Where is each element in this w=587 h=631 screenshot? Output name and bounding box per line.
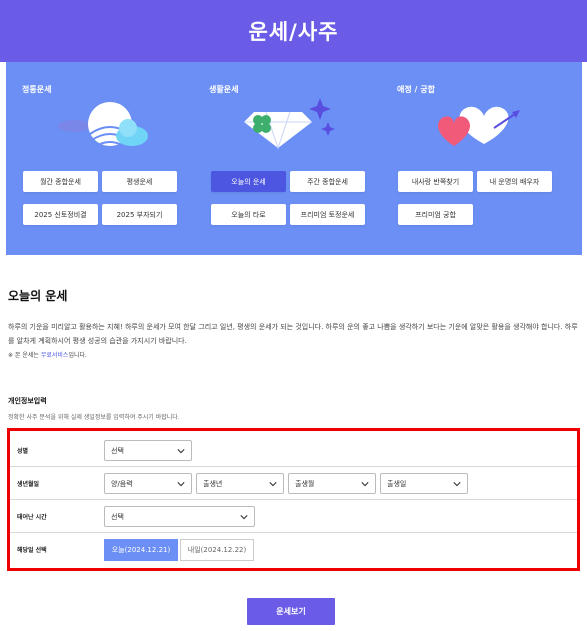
category-title-love: 애정 / 궁합 bbox=[397, 85, 435, 94]
free-service-link[interactable]: 무료서비스 bbox=[41, 352, 69, 359]
chevron-down-icon bbox=[453, 482, 461, 487]
chevron-down-icon bbox=[177, 449, 185, 454]
premium-compatibility-button[interactable]: 프리미엄 궁합 bbox=[398, 204, 473, 225]
birth-day-select[interactable]: 출생일 bbox=[380, 473, 468, 494]
target-date-label: 해당일 선택 bbox=[17, 547, 47, 554]
monthly-fortune-button[interactable]: 월간 종합운세 bbox=[23, 171, 98, 192]
weekly-fortune-button[interactable]: 주간 종합운세 bbox=[290, 171, 365, 192]
form-description: 정확한 사주 분석을 위해 실제 생일정보를 입력하여 주시기 바랍니다. bbox=[8, 414, 180, 421]
find-soulmate-button[interactable]: 내사랑 반쪽찾기 bbox=[398, 171, 473, 192]
page-header: 운세/사주 bbox=[0, 0, 587, 62]
chevron-down-icon bbox=[361, 482, 369, 487]
gender-select-value: 선택 bbox=[111, 446, 124, 455]
calendar-type-value: 양/음력 bbox=[111, 479, 133, 488]
gender-select[interactable]: 선택 bbox=[104, 440, 192, 461]
tomorrow-date-button[interactable]: 내일(2024.12.22) bbox=[180, 539, 254, 561]
birth-time-value: 선택 bbox=[111, 512, 124, 521]
target-date-row: 해당일 선택 오늘(2024.12.21) 내일(2024.12.22) bbox=[10, 533, 577, 566]
calendar-type-select[interactable]: 양/음력 bbox=[104, 473, 192, 494]
gender-row: 성별 선택 bbox=[10, 434, 577, 467]
chevron-down-icon bbox=[240, 515, 248, 520]
hearts-illustration-icon bbox=[438, 106, 520, 146]
free-service-note: ※ 본 운세는 무료서비스입니다. bbox=[8, 350, 87, 359]
today-date-button[interactable]: 오늘(2024.12.21) bbox=[104, 539, 178, 561]
view-fortune-button[interactable]: 운세보기 bbox=[247, 598, 335, 625]
gender-label: 성별 bbox=[17, 448, 29, 455]
birth-month-value: 출생월 bbox=[295, 479, 315, 488]
category-banner: 정통운세 월간 종합운세 평생운세 2025 신토정비결 2025 부자되기 생… bbox=[6, 62, 582, 255]
page-title: 운세/사주 bbox=[248, 20, 339, 44]
category-title-life: 생활운세 bbox=[209, 85, 239, 94]
moon-cloud-illustration-icon bbox=[58, 102, 148, 147]
chevron-down-icon bbox=[269, 482, 277, 487]
birth-time-row: 태어난 시간 선택 bbox=[10, 500, 577, 533]
birthdate-row: 생년월일 양/음력 출생년 출생월 출생일 bbox=[10, 467, 577, 500]
chevron-down-icon bbox=[177, 482, 185, 487]
section-title: 오늘의 운세 bbox=[8, 289, 68, 303]
birth-year-select[interactable]: 출생년 bbox=[196, 473, 284, 494]
destined-spouse-button[interactable]: 내 운명의 배우자 bbox=[477, 171, 552, 192]
tojeong-2025-button[interactable]: 2025 신토정비결 bbox=[23, 204, 98, 225]
birth-month-select[interactable]: 출생월 bbox=[288, 473, 376, 494]
birth-time-select[interactable]: 선택 bbox=[104, 506, 255, 527]
birth-time-label: 태어난 시간 bbox=[17, 514, 47, 521]
form-title: 개인정보입력 bbox=[8, 397, 47, 405]
diamond-clover-illustration-icon bbox=[244, 98, 335, 150]
premium-tojeong-button[interactable]: 프리미엄 토정운세 bbox=[290, 204, 365, 225]
today-fortune-button[interactable]: 오늘의 운세 bbox=[211, 171, 286, 192]
note-prefix: ※ 본 운세는 bbox=[8, 352, 41, 359]
note-suffix: 입니다. bbox=[68, 352, 87, 359]
birthdate-label: 생년월일 bbox=[17, 481, 40, 488]
lifetime-fortune-button[interactable]: 평생운세 bbox=[102, 171, 177, 192]
wealth-2025-button[interactable]: 2025 부자되기 bbox=[102, 204, 177, 225]
birth-day-value: 출생일 bbox=[387, 479, 407, 488]
section-description: 하루의 기운을 미리알고 활용하는 지혜! 하루의 운세가 모여 한달 그리고 … bbox=[8, 323, 578, 345]
birth-year-value: 출생년 bbox=[203, 479, 223, 488]
category-title-traditional: 정통운세 bbox=[22, 85, 52, 94]
today-tarot-button[interactable]: 오늘의 타로 bbox=[211, 204, 286, 225]
personal-info-form: 성별 선택 생년월일 양/음력 출생년 출생월 출생일 태어난 시간 선택 해당… bbox=[7, 428, 580, 571]
